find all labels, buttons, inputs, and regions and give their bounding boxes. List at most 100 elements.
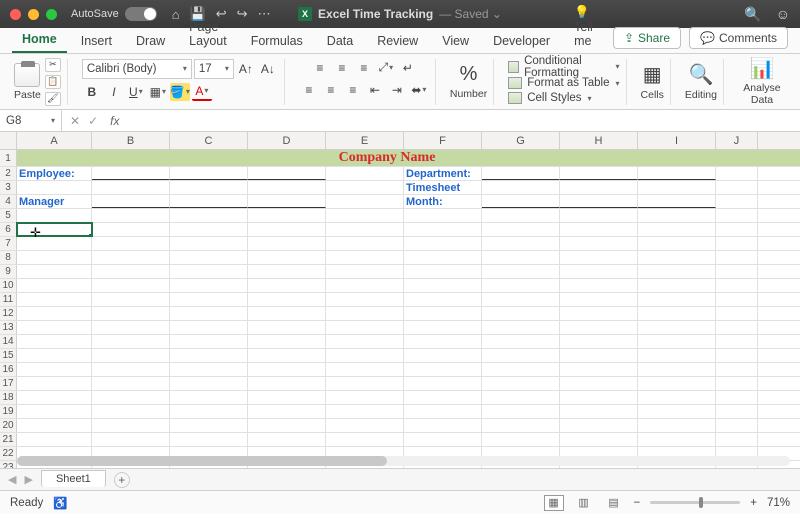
cell-F12[interactable] [404, 307, 482, 320]
cell-E20[interactable] [326, 419, 404, 432]
cell-B9[interactable] [92, 265, 170, 278]
row-header-8[interactable]: 8 [0, 251, 17, 264]
tab-data[interactable]: Data [317, 29, 363, 53]
cell-F8[interactable] [404, 251, 482, 264]
cell-A14[interactable] [17, 335, 92, 348]
editing-button[interactable]: 🔍 Editing [685, 62, 717, 101]
cell-H21[interactable] [560, 433, 638, 446]
employee-label[interactable]: Employee: [17, 167, 92, 180]
align-left-icon[interactable]: ≡ [299, 81, 319, 99]
increase-font-icon[interactable]: A↑ [236, 60, 256, 78]
row-header-4[interactable]: 4 [0, 195, 17, 208]
cell-I14[interactable] [638, 335, 716, 348]
cell-F13[interactable] [404, 321, 482, 334]
cell-D9[interactable] [248, 265, 326, 278]
add-sheet-button[interactable]: + [114, 472, 130, 488]
wrap-text-icon[interactable]: ↵ [398, 59, 418, 77]
cell-I11[interactable] [638, 293, 716, 306]
col-header-G[interactable]: G [482, 132, 560, 149]
enter-formula-icon[interactable]: ✓ [88, 114, 98, 128]
cell-G21[interactable] [482, 433, 560, 446]
cell-J10[interactable] [716, 279, 758, 292]
employee-input-b[interactable] [92, 167, 170, 180]
cell-F10[interactable] [404, 279, 482, 292]
selected-cell[interactable] [17, 223, 92, 236]
cell-styles-button[interactable]: Cell Styles▾ [508, 92, 591, 105]
department-input-h[interactable] [560, 167, 638, 180]
align-right-icon[interactable]: ≡ [343, 81, 363, 99]
cell-B6[interactable] [92, 223, 170, 236]
cell-G14[interactable] [482, 335, 560, 348]
cell-C12[interactable] [170, 307, 248, 320]
comments-button[interactable]: 💬 Comments [689, 27, 788, 49]
cell-E5[interactable] [326, 209, 404, 222]
cell-H5[interactable] [560, 209, 638, 222]
col-header-J[interactable]: J [716, 132, 758, 149]
row-header-11[interactable]: 11 [0, 293, 17, 306]
sheet-next-icon[interactable]: ▶ [24, 473, 32, 486]
cell-F18[interactable] [404, 391, 482, 404]
copy-icon[interactable]: 📋 [45, 75, 61, 89]
cell-I8[interactable] [638, 251, 716, 264]
paste-button[interactable]: Paste [14, 63, 41, 101]
cell-D15[interactable] [248, 349, 326, 362]
cell-D21[interactable] [248, 433, 326, 446]
undo-icon[interactable]: ↩ [216, 6, 227, 22]
tab-draw[interactable]: Draw [126, 29, 175, 53]
tab-view[interactable]: View [432, 29, 479, 53]
cell-B15[interactable] [92, 349, 170, 362]
format-table-button[interactable]: Format as Table▾ [508, 77, 619, 90]
cell-J20[interactable] [716, 419, 758, 432]
row-header-13[interactable]: 13 [0, 321, 17, 334]
cell-I3[interactable] [638, 181, 716, 194]
cell-I7[interactable] [638, 237, 716, 250]
zoom-out-button[interactable]: − [634, 497, 641, 509]
cell-I13[interactable] [638, 321, 716, 334]
row-header-6[interactable]: 6 [0, 223, 17, 236]
cell-A16[interactable] [17, 363, 92, 376]
cell-J3[interactable] [716, 181, 758, 194]
cell-E11[interactable] [326, 293, 404, 306]
page-break-view-icon[interactable]: ▤ [604, 495, 624, 511]
cell-F15[interactable] [404, 349, 482, 362]
share-button[interactable]: ⇪ Share [613, 27, 681, 49]
cell-C10[interactable] [170, 279, 248, 292]
cell-A8[interactable] [17, 251, 92, 264]
cell-G8[interactable] [482, 251, 560, 264]
cell-D5[interactable] [248, 209, 326, 222]
cell-B18[interactable] [92, 391, 170, 404]
department-label[interactable]: Department: [404, 167, 482, 180]
cell-J17[interactable] [716, 377, 758, 390]
cell-A15[interactable] [17, 349, 92, 362]
cell-D12[interactable] [248, 307, 326, 320]
cell-J11[interactable] [716, 293, 758, 306]
cell-H20[interactable] [560, 419, 638, 432]
col-header-E[interactable]: E [326, 132, 404, 149]
cell-J6[interactable] [716, 223, 758, 236]
cell-C5[interactable] [170, 209, 248, 222]
row-header-1[interactable]: 1 [0, 150, 17, 166]
row-header-21[interactable]: 21 [0, 433, 17, 446]
cell-E10[interactable] [326, 279, 404, 292]
cell-J8[interactable] [716, 251, 758, 264]
tab-home[interactable]: Home [12, 27, 67, 53]
maximize-window[interactable] [46, 9, 57, 20]
cell-C11[interactable] [170, 293, 248, 306]
cell-C17[interactable] [170, 377, 248, 390]
cell-F20[interactable] [404, 419, 482, 432]
row-header-2[interactable]: 2 [0, 167, 17, 180]
cell-B11[interactable] [92, 293, 170, 306]
cell-B10[interactable] [92, 279, 170, 292]
cell-E21[interactable] [326, 433, 404, 446]
row-header-15[interactable]: 15 [0, 349, 17, 362]
italic-button[interactable]: I [104, 83, 124, 101]
formula-input[interactable] [119, 110, 800, 131]
row-header-20[interactable]: 20 [0, 419, 17, 432]
decrease-font-icon[interactable]: A↓ [258, 60, 278, 78]
cell-C9[interactable] [170, 265, 248, 278]
cell-G15[interactable] [482, 349, 560, 362]
align-top-icon[interactable]: ≡ [310, 59, 330, 77]
cell-E19[interactable] [326, 405, 404, 418]
cell-G5[interactable] [482, 209, 560, 222]
align-center-icon[interactable]: ≡ [321, 81, 341, 99]
